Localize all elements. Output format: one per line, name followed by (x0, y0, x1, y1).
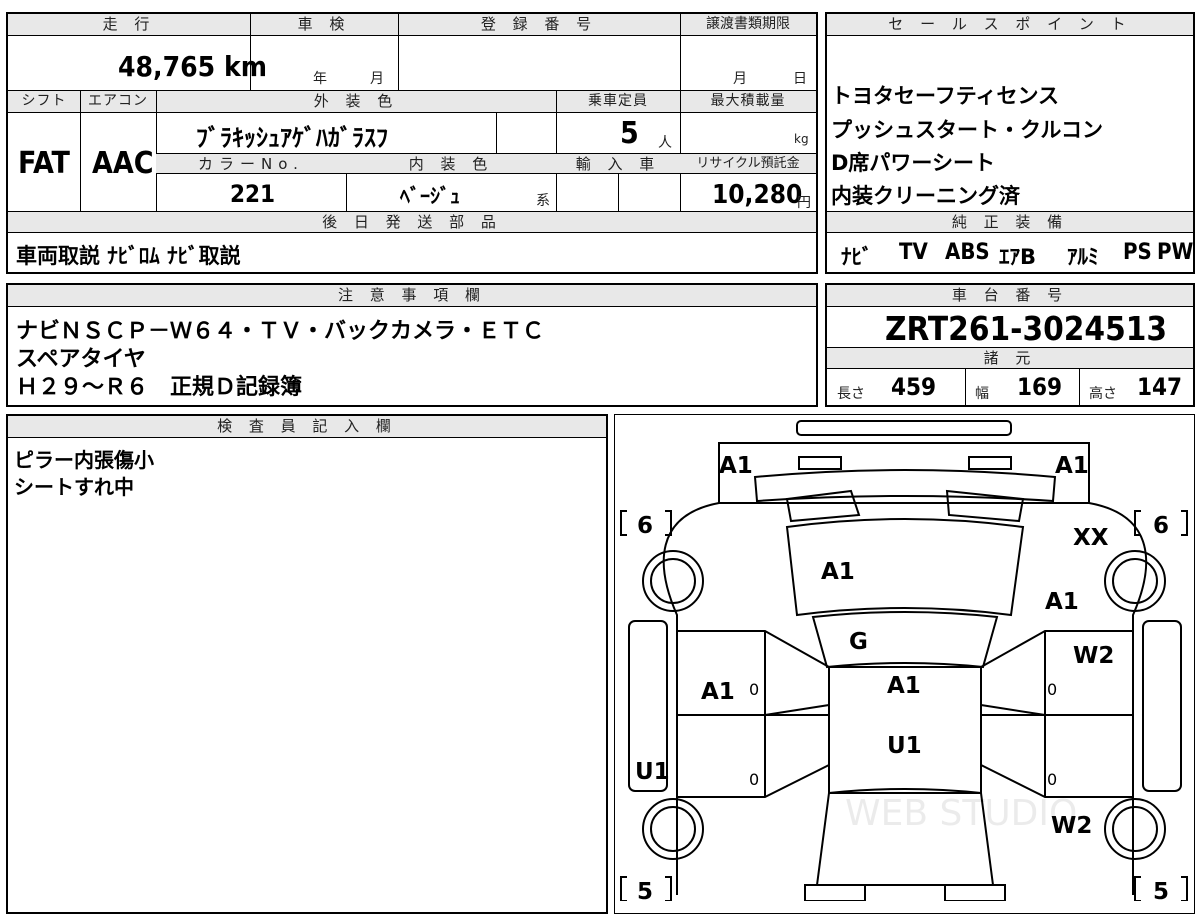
length-value: 459 (891, 373, 937, 401)
inspection-header: 車 検 (250, 14, 398, 36)
recycle-fee-value: 10,280 (712, 180, 803, 210)
transfer-month-unit: 月 (733, 71, 747, 87)
chassis-number: ZRT261-3024513 (885, 309, 1168, 348)
equipment-item: ｱﾙﾐ (1067, 245, 1099, 269)
mark-right-front-door: W2 (1073, 643, 1114, 669)
notes-header: 注 意 事 項 欄 (8, 285, 816, 307)
capacity-header: 乗車定員 (556, 91, 680, 113)
mark-windshield: G (849, 629, 868, 655)
tire-rear-right: 5 (1153, 879, 1169, 901)
inspection-month-unit: 月 (370, 71, 384, 87)
inspector-line: シートすれ中 (14, 475, 134, 499)
load-unit: kg (794, 132, 809, 146)
tire-front-left: 6 (637, 513, 653, 539)
color-no-header: カラーNo. (156, 153, 346, 174)
notes-box: 注 意 事 項 欄 ナビＮＳＣＰ－Ｗ６４・ＴＶ・バックカメラ・ＥＴＣ スペアタイ… (6, 283, 818, 407)
exterior-color-value: ﾌﾞﾗｷｯｼｭｱｹﾞﾊｶﾞﾗｽﾌ (196, 124, 388, 152)
sales-point-item: トヨタセーフティセンス (831, 84, 1060, 108)
mark-left-front-door: A1 (701, 679, 735, 705)
equipment-item: PW (1157, 240, 1194, 265)
zero-mark: 0 (1047, 770, 1057, 789)
chassis-box: 車 台 番 号 ZRT261-3024513 諸 元 長さ 459 幅 169 … (825, 283, 1195, 407)
shift-header: シフト (8, 91, 80, 113)
zero-mark: 0 (749, 680, 759, 699)
sales-points-box: セ ー ル ス ポ イ ン ト トヨタセーフティセンス プッシュスタート・クルコ… (825, 12, 1195, 274)
height-value: 147 (1137, 373, 1183, 401)
shift-value: FAT (18, 146, 70, 181)
aircon-header: エアコン (80, 91, 156, 113)
mileage-value: 48,765 km (118, 50, 267, 83)
mileage-header: 走 行 (8, 14, 250, 36)
zero-mark: 0 (749, 770, 759, 789)
transfer-deadline-header: 譲渡書類期限 (680, 14, 816, 36)
import-header: 輸 入 車 (556, 153, 680, 174)
mark-front-right: A1 (1055, 453, 1089, 479)
inspection-year-unit: 年 (313, 71, 327, 87)
equipment-item: ABS (945, 240, 990, 265)
zero-mark: 0 (1047, 680, 1057, 699)
mark-roof: A1 (887, 673, 921, 699)
width-label: 幅 (975, 386, 989, 402)
equipment-item: ｴｱB (999, 245, 1037, 269)
genuine-equipment-header: 純 正 装 備 (827, 211, 1193, 233)
tire-front-right: 6 (1153, 513, 1169, 539)
mark-right-fender-top: XX (1073, 525, 1109, 551)
car-diagram: WEB STUDIO A1 A1 6 6 5 5 XX A1 A1 G W2 A… (620, 420, 1188, 901)
exterior-color-header: 外 装 色 (156, 91, 556, 113)
width-value: 169 (1017, 373, 1063, 401)
sales-points-header: セ ー ル ス ポ イ ン ト (827, 14, 1193, 36)
transfer-day-unit: 日 (793, 71, 807, 87)
height-label: 高さ (1089, 386, 1117, 402)
mark-roof-lower: U1 (887, 733, 922, 759)
max-load-header: 最大積載量 (680, 91, 816, 113)
dimensions-header: 諸 元 (827, 347, 1193, 369)
equipment-item: PS (1123, 240, 1152, 265)
interior-suffix: 系 (536, 193, 550, 209)
sales-point-item: D席パワーシート (831, 151, 996, 175)
length-label: 長さ (837, 386, 865, 402)
chassis-header: 車 台 番 号 (827, 285, 1193, 307)
reg-number-header: 登 録 番 号 (398, 14, 680, 36)
mark-left-rocker: U1 (635, 759, 670, 785)
later-parts-value: 車両取説 ﾅﾋﾞﾛﾑ ﾅﾋﾞ取説 (16, 244, 241, 268)
equipment-item: ﾅﾋﾞ (841, 245, 873, 269)
notes-line: Ｈ２９～Ｒ６ 正規Ｄ記録簿 (16, 375, 303, 400)
top-info-box: 走 行 車 検 登 録 番 号 譲渡書類期限 48,765 km 年 月 月 日… (6, 12, 818, 274)
sales-point-item: 内装クリーニング済 (831, 184, 1020, 208)
capacity-unit: 人 (658, 135, 672, 151)
interior-value: ﾍﾞｰｼﾞｭ (400, 184, 460, 208)
color-no-value: 221 (230, 180, 276, 208)
sales-point-item: プッシュスタート・クルコン (831, 118, 1103, 142)
recycle-header: リサイクル預託金 (680, 153, 816, 174)
equipment-item: TV (899, 240, 928, 265)
inspector-box: 検 査 員 記 入 欄 ピラー内張傷小 シートすれ中 (6, 414, 608, 914)
mark-front-left: A1 (719, 453, 753, 479)
car-diagram-box: WEB STUDIO A1 A1 6 6 5 5 XX A1 A1 G W2 A… (614, 414, 1195, 914)
inspector-line: ピラー内張傷小 (14, 448, 154, 472)
inspector-header: 検 査 員 記 入 欄 (8, 416, 606, 438)
capacity-value: 5 (620, 116, 639, 151)
aircon-value: AAC (92, 146, 154, 181)
mark-right-fender: A1 (1045, 589, 1079, 615)
watermark: WEB STUDIO (845, 793, 1077, 834)
mark-hood: A1 (821, 559, 855, 585)
mark-right-rear: W2 (1051, 813, 1092, 839)
later-parts-header: 後 日 発 送 部 品 (8, 211, 816, 233)
recycle-unit: 円 (797, 195, 811, 211)
tire-rear-left: 5 (637, 879, 653, 901)
interior-header: 内 装 色 (346, 153, 556, 174)
